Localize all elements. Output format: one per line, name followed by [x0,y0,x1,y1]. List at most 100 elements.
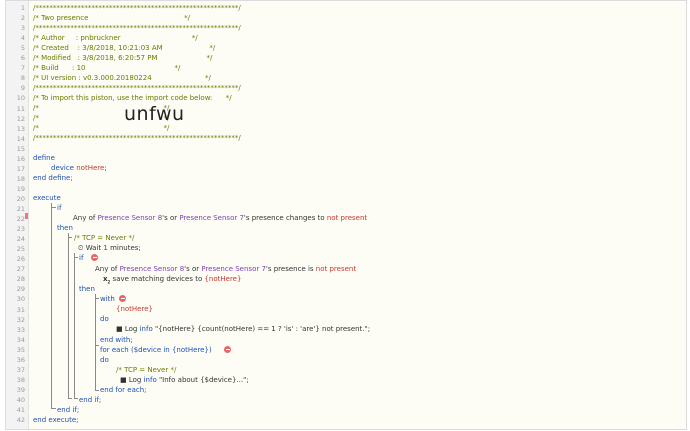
header-border-bottom: /***************************************… [33,134,241,142]
line-number: 35 [16,345,25,354]
semicolon: ; [104,164,107,172]
condition-presence-changes[interactable]: Any of Presence Sensor 8's or Presence S… [73,213,367,223]
line-number: 23 [16,225,25,234]
line-number: 31 [16,305,25,314]
end-if-keyword: end if; [57,406,80,414]
log-icon: ■ [116,325,123,333]
or-text: 's or [162,214,180,222]
header-build: /* Build : 10 */ [33,64,181,72]
log-text: Log [128,376,144,384]
bracket-tick [68,237,72,238]
with-block-bracket [95,294,96,346]
piston-code-editor: 1 2 3 4 5 6 7 8 9 10 11 12 13 14 15 16 17 18 19 20 21 22 23 24 2… [5,0,687,430]
log-level-info: info [143,376,157,384]
line-number: 8 [20,74,25,83]
nested-then-keyword: then [79,285,95,293]
header-border-top: /***************************************… [33,4,241,12]
if-keyword[interactable]: if [57,203,61,213]
line-number: 15 [16,144,25,153]
variable-notHere: notHere [76,164,105,172]
for-each-statement[interactable]: for each ($device in {notHere}) [100,345,212,355]
device-presence-sensor-8: Presence Sensor 8 [97,214,163,222]
line-number: 5 [20,44,25,53]
line-number: 6 [20,54,25,63]
execute-keyword[interactable]: execute [33,193,61,203]
condition-presence-is[interactable]: Any of Presence Sensor 8's or Presence S… [95,264,356,274]
end-with-keyword: end with; [100,336,133,344]
clock-icon: ⏲ [78,244,84,252]
device-keyword: device [51,164,74,172]
line-number: 22 [16,215,25,224]
define-keyword[interactable]: define [33,153,55,163]
line-number: 39 [16,385,25,394]
line-number: 18 [16,174,25,183]
line-number: 34 [16,335,25,344]
line-number: 41 [16,406,25,414]
with-keyword[interactable]: with [100,294,115,304]
for-each-bracket [95,345,96,391]
end-if-keyword: end if; [79,396,102,404]
line-number: 12 [16,114,25,123]
device-presence-sensor-7: Presence Sensor 7 [179,214,244,222]
line-number: 29 [16,285,25,294]
log-icon: ■ [120,376,127,384]
save-matching-text: save matching devices to [112,275,205,283]
header-border: /***************************************… [33,24,241,32]
nested-if-keyword[interactable]: if [79,253,83,263]
then-block-bracket [68,233,69,399]
wait-unit: minutes; [107,244,141,252]
value-not-present: not present [315,265,357,273]
bracket-tick [95,390,99,391]
bracket-tick [51,408,56,409]
device-presence-sensor-8: Presence Sensor 8 [119,265,185,273]
line-number: 32 [16,315,25,324]
disabled-stop-icon[interactable] [224,346,231,353]
wait-statement[interactable]: ⏲ Wait 1 minutes; [78,243,141,253]
line-number: 2 [20,14,25,23]
variable-x-icon: x2 [103,275,111,285]
any-of-text: Any of [73,214,98,222]
with-variable-notHere[interactable]: {notHere} [116,304,153,314]
bracket-tick [95,298,99,299]
disabled-stop-icon[interactable] [119,295,126,302]
line-number: 37 [16,365,25,374]
tcp-comment: /* TCP = Never */ [74,234,135,242]
line-number: 11 [16,104,25,113]
line-number: 4 [20,34,25,43]
line-number: 21 [16,205,25,213]
disabled-stop-icon[interactable] [91,254,98,261]
any-of-text: Any of [95,265,120,273]
header-border: /***************************************… [33,84,241,92]
if-block-bracket [51,203,52,409]
device-presence-sensor-7: Presence Sensor 7 [201,265,266,273]
line-number: 9 [20,84,25,93]
line-number: 38 [16,375,25,384]
end-define-keyword: end define; [33,174,73,182]
presence-changes-text: 's presence changes to [243,214,327,222]
save-matching-devices[interactable]: x2 save matching devices to {notHere} [103,274,241,284]
line-22-marker [25,213,28,219]
log-statement-1[interactable]: ■ Log info "{notHere} {count(notHere) ==… [116,324,370,334]
line-number: 42 [16,416,25,425]
presence-is-text: 's presence is [265,265,316,273]
import-code[interactable]: unfwu [124,104,185,124]
log-statement-2[interactable]: ■ Log info "Info about {$device}..."; [120,375,249,385]
line-number: 27 [16,265,25,274]
log-text: Log [124,325,140,333]
line-number: 26 [16,255,25,264]
line-number: 25 [16,245,25,254]
nested-if-bracket [74,253,75,399]
line-number: 20 [16,194,25,203]
bracket-tick [74,398,78,399]
line-number: 3 [20,24,25,33]
line-number: 17 [16,164,25,173]
header-title: /* Two presence */ [33,14,190,22]
variable-notHere: {notHere} [204,275,242,283]
device-declaration[interactable]: device notHere; [51,163,107,173]
value-not-present: not present [326,214,368,222]
line-number: 24 [16,235,25,244]
do-keyword: do [100,356,109,364]
line-number: 36 [16,355,25,364]
wait-text: Wait [85,244,104,252]
line-number: 28 [16,275,25,284]
